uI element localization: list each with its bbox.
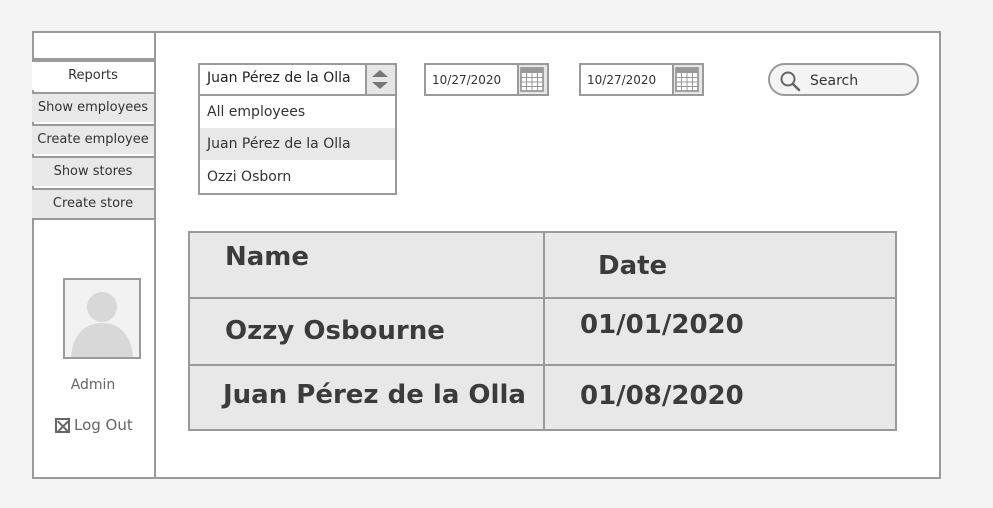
search-box <box>768 63 919 96</box>
employee-select[interactable]: Juan Pérez de la Olla <box>198 63 397 96</box>
sidebar-header <box>32 31 154 60</box>
logout-button[interactable]: Log Out <box>55 416 133 434</box>
user-silhouette-icon <box>71 292 133 357</box>
column-header-name: Name <box>225 242 310 272</box>
employee-dropdown: All employees Juan Pérez de la Olla Ozzi… <box>198 96 397 195</box>
sidebar-item-create-store[interactable]: Create store <box>32 188 154 218</box>
user-name: Admin <box>70 377 116 393</box>
search-input[interactable] <box>808 65 912 96</box>
employee-select-value: Juan Pérez de la Olla <box>207 70 351 86</box>
dropdown-option-all-employees[interactable]: All employees <box>200 96 395 128</box>
avatar <box>63 278 141 359</box>
table-cell-date: 01/08/2020 <box>580 381 744 411</box>
dropdown-option-ozzi-osborn[interactable]: Ozzi Osborn <box>200 161 395 193</box>
table-cell-date: 01/01/2020 <box>580 310 744 340</box>
sidebar-item-show-employees[interactable]: Show employees <box>32 92 154 122</box>
nav-divider <box>32 218 154 220</box>
sidebar-item-reports[interactable]: Reports <box>32 60 154 90</box>
search-icon <box>780 71 801 92</box>
select-stepper-icon[interactable] <box>365 65 395 94</box>
date-to-field <box>579 63 704 96</box>
calendar-icon[interactable] <box>672 65 702 94</box>
date-from-input[interactable] <box>426 65 518 94</box>
table-row-divider <box>190 364 895 366</box>
dropdown-option-juan-perez[interactable]: Juan Pérez de la Olla <box>200 128 395 160</box>
table-cell-name: Juan Pérez de la Olla <box>223 380 526 410</box>
table-cell-name: Ozzy Osbourne <box>225 316 445 346</box>
column-divider <box>543 233 545 429</box>
date-from-field <box>424 63 549 96</box>
table-row-divider <box>190 297 895 299</box>
calendar-icon[interactable] <box>517 65 547 94</box>
column-header-date: Date <box>598 251 668 281</box>
close-icon <box>55 417 70 433</box>
sidebar-item-create-employee[interactable]: Create employee <box>32 124 154 154</box>
sidebar: Reports Show employees Create employee S… <box>32 31 156 479</box>
logout-label: Log Out <box>74 416 133 434</box>
sidebar-item-show-stores[interactable]: Show stores <box>32 156 154 186</box>
date-to-input[interactable] <box>581 65 673 94</box>
report-table: Name Date Ozzy Osbourne 01/01/2020 Juan … <box>188 231 897 431</box>
